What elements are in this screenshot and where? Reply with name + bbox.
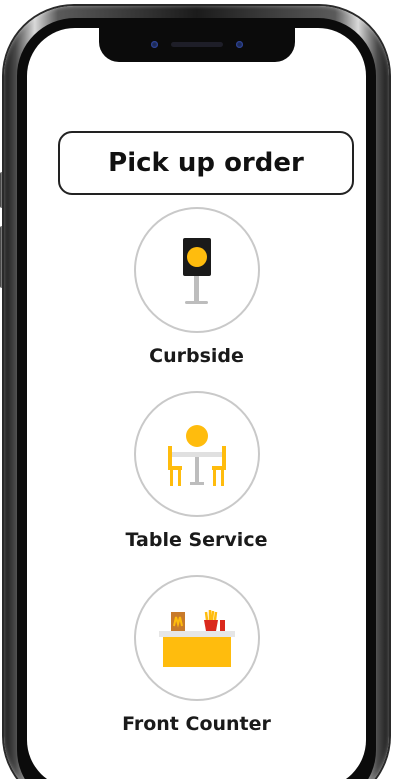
sensor-icon — [236, 41, 243, 48]
option-label-curbside: Curbside — [149, 345, 244, 367]
front-camera-icon — [151, 41, 158, 48]
option-table-service[interactable]: Table Service — [27, 391, 366, 551]
option-curbside[interactable]: Curbside — [27, 207, 366, 367]
front-counter-circle[interactable] — [133, 575, 260, 701]
table-service-icon — [167, 425, 226, 486]
table-service-circle[interactable] — [133, 391, 260, 517]
page-title: Pick up order — [58, 131, 354, 195]
phone-frame: Pick up order Curbside Table Service Fro… — [4, 6, 389, 779]
front-counter-icon — [158, 610, 235, 667]
phone-bezel: Pick up order Curbside Table Service Fro… — [17, 18, 376, 779]
option-front-counter[interactable]: Front Counter — [27, 575, 366, 735]
option-label-table-service: Table Service — [125, 529, 268, 551]
option-label-front-counter: Front Counter — [122, 713, 271, 735]
curbside-circle[interactable] — [133, 207, 260, 333]
phone-mockup: Pick up order Curbside Table Service Fro… — [0, 0, 395, 779]
earpiece-speaker — [171, 42, 223, 47]
curbside-sign-icon — [182, 238, 211, 304]
notch — [99, 28, 295, 62]
phone-screen: Pick up order Curbside Table Service Fro… — [27, 28, 366, 779]
